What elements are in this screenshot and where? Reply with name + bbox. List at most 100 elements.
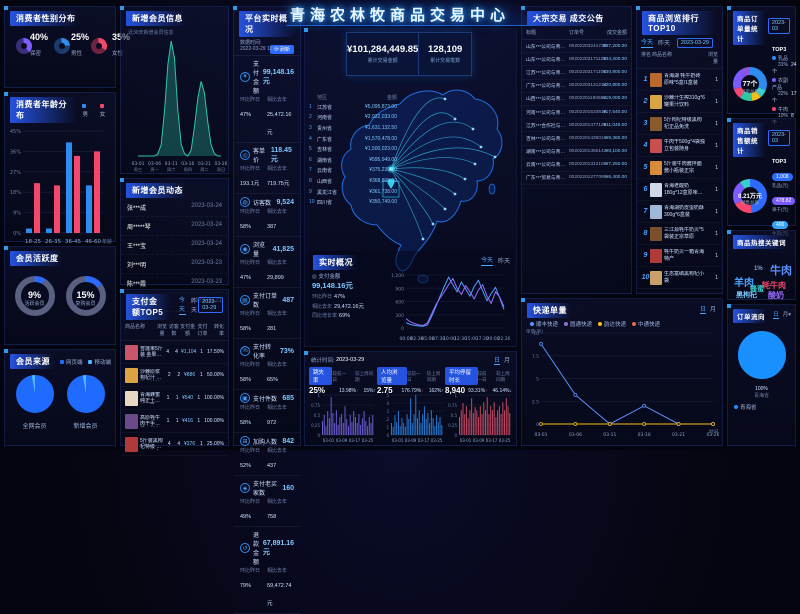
stat-dod: 49% bbox=[240, 514, 251, 520]
table-row: 山西***公司与青海***公司大宗青稞交易成交公告 00202201190684… bbox=[522, 93, 631, 106]
legend-item: 478.82 果干(元) bbox=[772, 189, 792, 213]
svg-text:0: 0 bbox=[454, 433, 457, 438]
svg-text:36-45: 36-45 bbox=[65, 239, 81, 245]
svg-text:03-06: 03-06 bbox=[569, 432, 582, 438]
svg-text:36%: 36% bbox=[10, 149, 21, 155]
svg-text:周六: 周六 bbox=[167, 166, 175, 172]
keyword[interactable]: 蜂蜜 bbox=[750, 284, 764, 294]
age-legend: 男女 bbox=[82, 104, 111, 118]
stat-value: 842 bbox=[282, 438, 294, 445]
product-name: 沙棘原浆枸杞汁 青海沙棘汁饮品 bbox=[140, 369, 165, 382]
date-picker[interactable]: 2023-03-29 bbox=[198, 297, 223, 313]
stat-label: 支付订单数 bbox=[253, 291, 279, 309]
svg-text:03-25: 03-25 bbox=[362, 438, 374, 443]
stat-item: ◉ 浏览量 41,825 环比昨日47% 相比去年29,899 bbox=[234, 237, 300, 288]
express-line-chart: 107.552.5003-0103-0603-1103-1603-2103-26… bbox=[525, 328, 719, 440]
legend-item: 乳品 31%24个 bbox=[772, 55, 792, 75]
tab-today[interactable]: 今天 bbox=[481, 255, 493, 266]
keyword[interactable]: 牛肉 bbox=[770, 262, 792, 278]
product-name: 雪莲果5斤装 金果梨上市 bbox=[140, 346, 163, 359]
province-amount: ¥361,738.00 bbox=[351, 189, 397, 196]
daily-stats-panel: 统计时间: 2023-03-29 日月 跳失率 较前一日较上周同期 25% 13… bbox=[304, 351, 517, 446]
gender-donut-chart-2 bbox=[52, 36, 72, 56]
donut-label: 订单总量 bbox=[741, 89, 759, 95]
svg-text:03-17: 03-17 bbox=[486, 438, 498, 443]
stat-label: 支付老买家数 bbox=[253, 479, 279, 497]
table-row: 山东***公司与青海***公司大宗枸杞交易成交公告 00202203171129… bbox=[522, 53, 631, 66]
stat-item: % 支付转化率 73% 环比昨日58% 相比去年65% bbox=[234, 339, 300, 390]
province-amount: ¥2,932,033.00 bbox=[351, 114, 397, 121]
toggle-month[interactable]: 月 bbox=[504, 358, 510, 364]
activity-panel: 会员活跃度 9% 活跃会员 15% 复购会员 bbox=[4, 246, 116, 345]
stat-icon: ▣ bbox=[240, 393, 250, 403]
deal-amount: ¥19,000.00 bbox=[603, 96, 627, 101]
tab-yesterday[interactable]: 昨天 bbox=[658, 38, 670, 47]
province-rank: 4 bbox=[309, 136, 317, 143]
product-name: 青海湖奶皮蛋奶酥300g*6盒装 bbox=[664, 205, 706, 218]
province-amount: ¥375,239.00 bbox=[351, 167, 397, 174]
tab-today[interactable]: 今天 bbox=[179, 295, 186, 315]
sales-donut: 0.21万元 销售总额 bbox=[731, 177, 769, 220]
month-picker[interactable]: 2023-03 bbox=[768, 130, 790, 146]
bounce-rate-chart: 10.750.50.25003-0103-0903-1703-25 bbox=[309, 393, 375, 443]
svg-text:3: 3 bbox=[386, 409, 389, 414]
orders-donut: 77个 订单总量 bbox=[731, 65, 769, 108]
deal-amount: ¥30,800.00 bbox=[603, 70, 627, 75]
list-item: 张***成 2023-03-24 bbox=[121, 198, 228, 217]
legend-item: 顺丰快递 bbox=[530, 320, 558, 328]
svg-text:2.5: 2.5 bbox=[532, 399, 539, 405]
svg-text:300: 300 bbox=[395, 313, 404, 319]
toggle-day[interactable]: 日 bbox=[700, 307, 706, 314]
rank-number: 1 bbox=[641, 76, 650, 83]
member-date: 2023-03-23 bbox=[191, 260, 222, 269]
member-date: 2023-03-23 bbox=[191, 279, 222, 288]
stat-dod: 47% bbox=[240, 275, 251, 281]
tab-yesterday[interactable]: 昨天 bbox=[498, 256, 510, 265]
table-row: 5斤装黑枸杞特级 牛肉干礼盒装 4 4 ¥376 1 25.00% bbox=[121, 433, 228, 456]
table-row: 河南***公司与青海***公司大宗沙棘交易成交公告 00202201533619… bbox=[522, 106, 631, 119]
svg-text:600: 600 bbox=[395, 300, 404, 306]
date-picker[interactable]: 2023-03-29 bbox=[677, 38, 713, 48]
stat-item: ¥ 支付金额 99,148.16元 环比昨日47% 相比去年25,472.16元 bbox=[234, 56, 300, 143]
value-pill: 400 bbox=[772, 221, 788, 229]
province-rank: 10 bbox=[309, 199, 317, 206]
toggle-day[interactable]: 日 bbox=[773, 312, 779, 319]
gauge-label: 复购会员 bbox=[75, 300, 95, 307]
keyword-cloud: 羊肉牛肉牦牛肉黑枸杞酸奶蜂蜜1% bbox=[728, 250, 795, 296]
realtime-value: 99,148.16元 bbox=[312, 280, 384, 291]
toggle-month[interactable]: 月 bbox=[710, 307, 716, 313]
stat-dod: 58% bbox=[240, 326, 251, 332]
value-pill: 478.82 bbox=[772, 197, 795, 205]
svg-text:45%: 45% bbox=[10, 129, 21, 135]
stat-yoy: 758 bbox=[267, 514, 276, 520]
tab-yesterday[interactable]: 昨天 bbox=[191, 296, 198, 314]
keyword[interactable]: 1% bbox=[754, 266, 763, 272]
product-name: 5斤装黑枸杞特级 牛肉干礼盒装 bbox=[140, 438, 165, 451]
gauge-value: 15% bbox=[76, 290, 94, 300]
stat-value: 67,891.16元 bbox=[263, 540, 294, 557]
tab-today[interactable]: 今天 bbox=[641, 37, 653, 48]
table-row: 沙棘原浆枸杞汁 青海沙棘汁饮品 2 2 ¥886 1 50.00% bbox=[121, 364, 228, 387]
svg-text:0.5: 0.5 bbox=[314, 413, 321, 418]
province-row: 10 四川省 ¥350,749.00 bbox=[309, 197, 397, 208]
svg-text:时间: 时间 bbox=[709, 428, 718, 435]
panel-title: 实时概况 bbox=[313, 255, 361, 270]
svg-text:7.5: 7.5 bbox=[532, 354, 539, 360]
toggle-month[interactable]: 月 bbox=[783, 312, 789, 318]
province-amount: ¥1,570,478.00 bbox=[351, 136, 397, 143]
svg-text:周日: 周日 bbox=[217, 167, 225, 172]
toggle-day[interactable]: 日 bbox=[494, 358, 500, 365]
realtime-line-chart: 1,200900600300000:0002:3005:0007:3010:00… bbox=[388, 270, 510, 344]
deal-amount: ¥11,046.00 bbox=[603, 123, 627, 128]
activity-gauge-1: 9% 活跃会员 bbox=[13, 274, 57, 323]
stat-yoy: 25,472.16元 bbox=[267, 112, 291, 136]
metric-title: 平均停留时长 bbox=[445, 367, 478, 385]
svg-text:5: 5 bbox=[536, 377, 539, 383]
keyword[interactable]: 酸奶 bbox=[768, 290, 784, 301]
gender-donut-chart-1 bbox=[14, 36, 34, 56]
table-header: 排名 商品名称 浏览量 bbox=[637, 48, 722, 69]
table-header: 标题 订单号 成交金额 bbox=[522, 26, 631, 40]
view-count: 1 bbox=[706, 165, 718, 171]
province-name: 河南省 bbox=[317, 114, 351, 121]
svg-text:0.75: 0.75 bbox=[448, 403, 457, 408]
